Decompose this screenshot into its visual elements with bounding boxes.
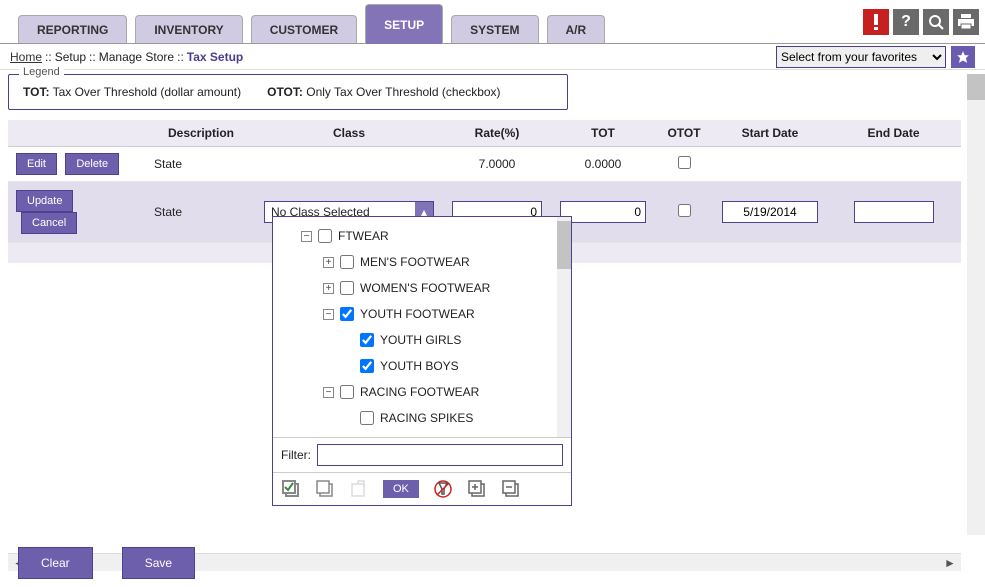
- breadcrumb-current: Tax Setup: [187, 50, 243, 64]
- tree-scrollbar[interactable]: [557, 217, 571, 437]
- col-otot: OTOT: [654, 120, 714, 147]
- save-button[interactable]: Save: [122, 547, 195, 579]
- table-row: Edit Delete State 7.0000 0.0000: [8, 147, 961, 182]
- legend-box: Legend TOT: Tax Over Threshold (dollar a…: [8, 74, 568, 110]
- cell-start: [714, 147, 826, 182]
- tree-label: WOMEN'S FOOTWEAR: [360, 281, 490, 295]
- check-all-icon[interactable]: [281, 479, 301, 499]
- breadcrumb-home[interactable]: Home: [10, 50, 42, 64]
- print-icon[interactable]: [953, 9, 979, 35]
- clear-button[interactable]: Clear: [18, 547, 93, 579]
- cell-rate: 7.0000: [442, 147, 552, 182]
- tab-ar[interactable]: A/R: [547, 15, 606, 43]
- dropdown-ok-button[interactable]: OK: [383, 480, 419, 498]
- tree-label: YOUTH FOOTWEAR: [360, 307, 475, 321]
- col-tot: TOT: [552, 120, 654, 147]
- tree-checkbox[interactable]: [340, 385, 354, 399]
- alert-icon[interactable]: [863, 9, 889, 35]
- tree-checkbox[interactable]: [360, 411, 374, 425]
- expand-toggle[interactable]: +: [323, 283, 334, 294]
- collapse-all-icon[interactable]: [501, 479, 521, 499]
- filter-input[interactable]: [317, 444, 563, 466]
- start-date-input[interactable]: [722, 201, 818, 223]
- tab-reporting[interactable]: REPORTING: [18, 15, 127, 43]
- tot-input[interactable]: [560, 201, 646, 223]
- legend-otot-label: OTOT:: [267, 85, 303, 99]
- legend-tot-text: Tax Over Threshold (dollar amount): [53, 85, 242, 99]
- favorites-select[interactable]: Select from your favorites: [776, 46, 946, 68]
- scroll-right-icon[interactable]: ►: [939, 554, 961, 572]
- class-dropdown-panel: − FTWEAR + MEN'S FOOTWEAR + WOMEN'S FOOTWEA…: [272, 216, 572, 506]
- expand-toggle[interactable]: +: [323, 257, 334, 268]
- uncheck-all-icon[interactable]: [315, 479, 335, 499]
- edit-button[interactable]: Edit: [16, 153, 57, 175]
- tree-label: RACING FOOTWEAR: [360, 385, 479, 399]
- cell-description: State: [146, 182, 256, 243]
- expand-toggle[interactable]: −: [323, 309, 334, 320]
- breadcrumb-manage: Manage Store: [99, 50, 174, 64]
- help-icon[interactable]: ?: [893, 9, 919, 35]
- breadcrumb-setup: Setup: [55, 50, 86, 64]
- tree-label: YOUTH GIRLS: [380, 333, 461, 347]
- col-actions: [8, 120, 146, 147]
- end-date-input[interactable]: [854, 201, 934, 223]
- col-start: Start Date: [714, 120, 826, 147]
- favorite-star-button[interactable]: [951, 46, 975, 68]
- tree-label: YOUTH BOYS: [380, 359, 459, 373]
- tree-checkbox[interactable]: [318, 229, 332, 243]
- cell-tot: 0.0000: [552, 147, 654, 182]
- legend-tot-label: TOT:: [23, 85, 49, 99]
- otot-checkbox[interactable]: [678, 156, 691, 169]
- page-vertical-scrollbar[interactable]: [967, 74, 985, 535]
- tab-inventory[interactable]: INVENTORY: [135, 15, 242, 43]
- class-tree: − FTWEAR + MEN'S FOOTWEAR + WOMEN'S FOOTWEA…: [273, 217, 553, 437]
- expand-all-icon[interactable]: [467, 479, 487, 499]
- cell-description: State: [146, 147, 256, 182]
- col-rate: Rate(%): [442, 120, 552, 147]
- cell-class: [256, 147, 442, 182]
- legend-title: Legend: [19, 66, 64, 78]
- legend-otot-text: Only Tax Over Threshold (checkbox): [306, 85, 500, 99]
- breadcrumb-sep: ::: [45, 50, 52, 64]
- disabled-tool-icon: [349, 479, 369, 499]
- breadcrumb-sep: ::: [177, 50, 184, 64]
- tab-customer[interactable]: CUSTOMER: [251, 15, 357, 43]
- delete-button[interactable]: Delete: [65, 153, 119, 175]
- col-class: Class: [256, 120, 442, 147]
- tree-label: RACING SPIKES: [380, 411, 473, 425]
- filter-label: Filter:: [281, 448, 311, 462]
- breadcrumb: Home :: Setup :: Manage Store :: Tax Set…: [0, 44, 985, 70]
- update-button[interactable]: Update: [16, 190, 73, 212]
- search-icon[interactable]: [923, 9, 949, 35]
- tab-setup[interactable]: SETUP: [365, 4, 443, 44]
- otot-checkbox[interactable]: [678, 204, 691, 217]
- tree-checkbox[interactable]: [340, 255, 354, 269]
- cell-otot: [654, 147, 714, 182]
- expand-toggle[interactable]: −: [323, 387, 334, 398]
- col-end: End Date: [826, 120, 961, 147]
- expand-toggle[interactable]: −: [301, 231, 312, 242]
- breadcrumb-sep: ::: [89, 50, 96, 64]
- top-tabbar: REPORTING INVENTORY CUSTOMER SETUP SYSTE…: [0, 0, 985, 44]
- clear-filter-icon[interactable]: [433, 479, 453, 499]
- cancel-button[interactable]: Cancel: [21, 212, 77, 234]
- tree-label: MEN'S FOOTWEAR: [360, 255, 470, 269]
- tree-checkbox[interactable]: [340, 281, 354, 295]
- tree-checkbox[interactable]: [340, 307, 354, 321]
- tree-label: FTWEAR: [338, 229, 389, 243]
- tree-checkbox[interactable]: [360, 359, 374, 373]
- cell-end: [826, 147, 961, 182]
- col-description: Description: [146, 120, 256, 147]
- tree-checkbox[interactable]: [360, 333, 374, 347]
- tab-system[interactable]: SYSTEM: [451, 15, 538, 43]
